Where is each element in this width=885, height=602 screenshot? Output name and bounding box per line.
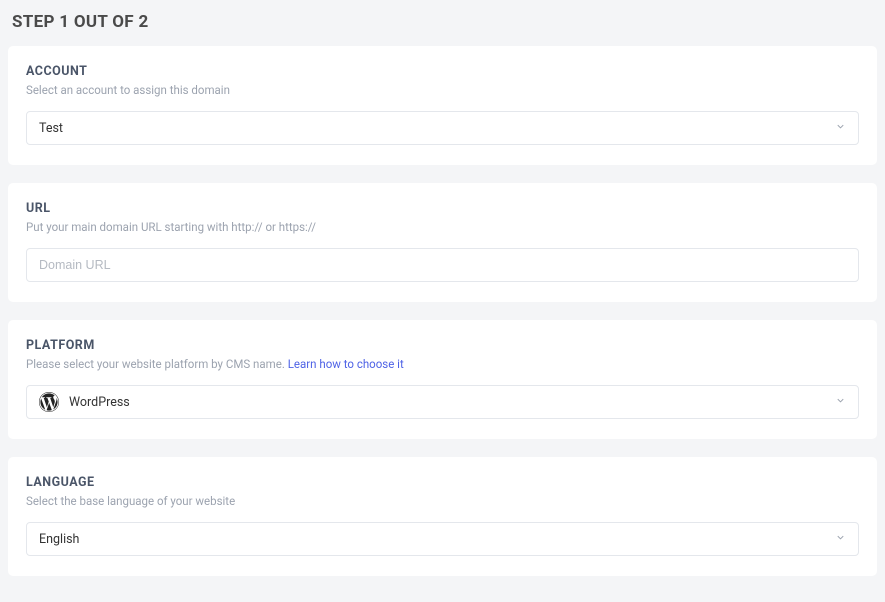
language-help-text: Select the base language of your website [26, 494, 859, 508]
account-select-value: Test [39, 121, 835, 136]
platform-help-text: Please select your website platform by C… [26, 357, 859, 371]
url-card: URL Put your main domain URL starting wi… [8, 183, 877, 302]
platform-help-link[interactable]: Learn how to choose it [288, 357, 404, 371]
url-help-text: Put your main domain URL starting with h… [26, 220, 859, 234]
platform-help-prefix: Please select your website platform by C… [26, 357, 288, 371]
language-title: LANGUAGE [26, 475, 859, 490]
url-title: URL [26, 201, 859, 216]
chevron-down-icon [835, 121, 846, 136]
language-card: LANGUAGE Select the base language of you… [8, 457, 877, 576]
platform-card: PLATFORM Please select your website plat… [8, 320, 877, 439]
account-title: ACCOUNT [26, 64, 859, 79]
platform-select[interactable]: WordPress [26, 385, 859, 419]
chevron-down-icon [835, 395, 846, 410]
page-title: STEP 1 OUT OF 2 [8, 8, 877, 46]
account-help-text: Select an account to assign this domain [26, 83, 859, 97]
url-input[interactable] [26, 248, 859, 282]
wordpress-icon [39, 392, 59, 412]
language-select-value: English [39, 532, 835, 547]
language-select[interactable]: English [26, 522, 859, 556]
chevron-down-icon [835, 532, 846, 547]
account-card: ACCOUNT Select an account to assign this… [8, 46, 877, 165]
account-select[interactable]: Test [26, 111, 859, 145]
platform-title: PLATFORM [26, 338, 859, 353]
platform-select-value: WordPress [69, 395, 835, 410]
